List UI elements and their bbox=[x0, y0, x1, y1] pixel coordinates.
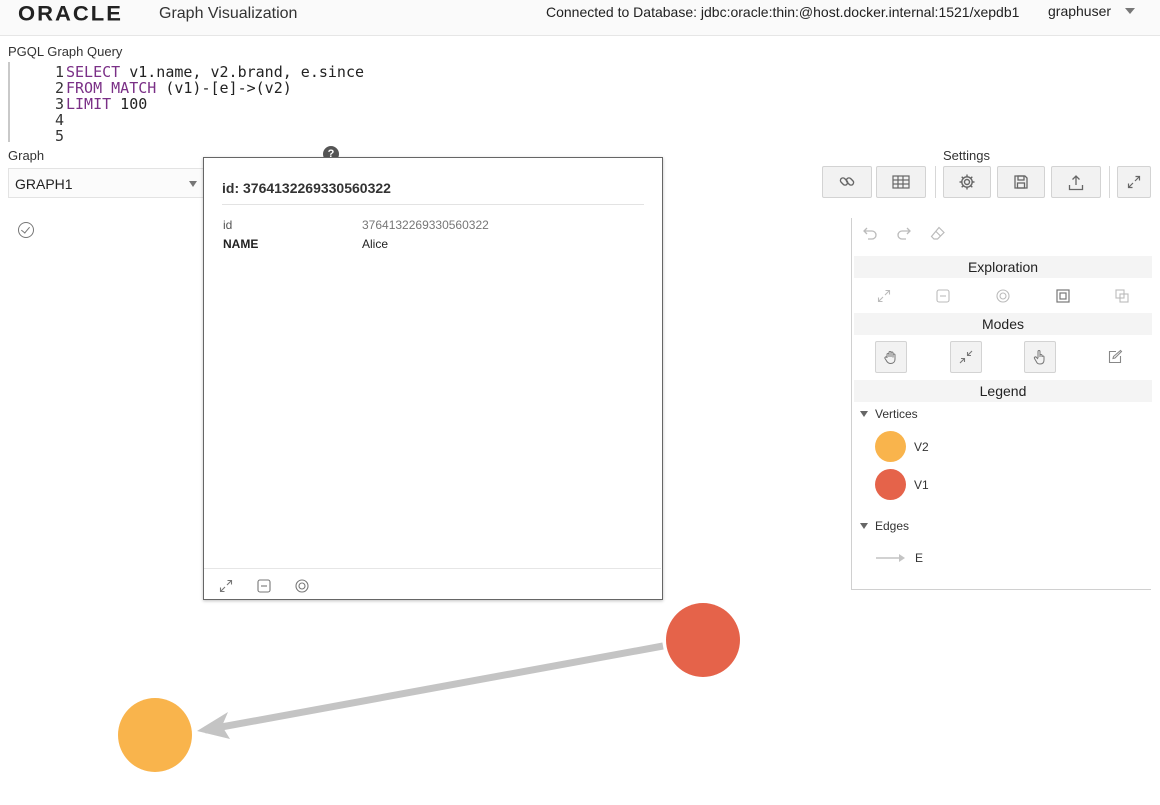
triangle-down-icon bbox=[860, 411, 868, 417]
app-title: Graph Visualization bbox=[159, 5, 298, 22]
group-icon[interactable] bbox=[1055, 288, 1071, 304]
code-text: 100 bbox=[111, 95, 148, 113]
legend-item-label: V1 bbox=[914, 477, 929, 492]
popup-title: id: 3764132269330560322 bbox=[222, 180, 391, 196]
focus-icon[interactable] bbox=[995, 288, 1011, 304]
table-view-button[interactable] bbox=[876, 166, 926, 198]
check-circle-icon[interactable] bbox=[18, 222, 34, 238]
link-icon bbox=[839, 177, 855, 186]
expand-icon[interactable] bbox=[876, 288, 892, 304]
fullscreen-button[interactable] bbox=[1117, 166, 1151, 198]
legend-edges-label: Edges bbox=[875, 519, 910, 533]
user-menu[interactable]: graphuser bbox=[1048, 3, 1136, 19]
graph-vertex-v2[interactable] bbox=[118, 698, 192, 772]
popup-footer-divider bbox=[204, 568, 661, 569]
exploration-tools bbox=[854, 282, 1152, 310]
vertex-color-swatch bbox=[875, 431, 906, 462]
legend-edges-header[interactable]: Edges bbox=[860, 519, 909, 533]
legend-item[interactable]: V2 bbox=[875, 431, 929, 462]
hand-icon bbox=[884, 351, 896, 365]
eraser-icon[interactable] bbox=[930, 226, 946, 240]
vertex-color-swatch bbox=[875, 469, 906, 500]
property-key: NAME bbox=[223, 237, 259, 251]
gear-icon bbox=[959, 174, 975, 190]
edge-arrow-icon bbox=[876, 554, 905, 562]
ungroup-icon[interactable] bbox=[1114, 288, 1130, 304]
vertex-details-popup[interactable]: id: 3764132269330560322 id 3764132269330… bbox=[203, 157, 663, 600]
shrink-mode-button[interactable] bbox=[949, 341, 982, 373]
history-toolbar bbox=[862, 226, 946, 240]
select-mode-button[interactable] bbox=[1024, 341, 1057, 373]
expand-icon bbox=[1127, 175, 1141, 189]
legend-item[interactable]: E bbox=[875, 551, 923, 565]
graph-edge-e[interactable] bbox=[204, 642, 664, 734]
compress-icon bbox=[959, 350, 973, 364]
edit-icon bbox=[1108, 349, 1123, 364]
mode-tools bbox=[854, 340, 1152, 374]
save-icon bbox=[1014, 175, 1028, 189]
chevron-down-icon bbox=[1125, 8, 1136, 14]
toolbar-divider bbox=[935, 166, 936, 198]
legend-item[interactable]: V1 bbox=[875, 469, 929, 500]
expand-icon[interactable] bbox=[218, 578, 234, 594]
table-icon bbox=[892, 175, 910, 189]
settings-button[interactable] bbox=[943, 166, 991, 198]
line-number: 3 bbox=[54, 95, 64, 113]
undo-icon[interactable] bbox=[862, 226, 878, 240]
line-number: 1 bbox=[54, 63, 64, 81]
code-line: 5 bbox=[10, 128, 66, 144]
redo-icon[interactable] bbox=[896, 226, 912, 240]
graph-vertex-v1[interactable] bbox=[666, 603, 740, 677]
connection-status: Connected to Database: jdbc:oracle:thin:… bbox=[546, 4, 1020, 20]
pointer-hand-icon bbox=[1034, 350, 1045, 365]
app-header: ORACLE Graph Visualization Connected to … bbox=[0, 0, 1160, 36]
code-line: 1 SELECT v1.name, v2.brand, e.since bbox=[10, 64, 364, 80]
triangle-down-icon bbox=[860, 523, 868, 529]
oracle-logo: ORACLE bbox=[18, 1, 123, 26]
legend-vertices-header[interactable]: Vertices bbox=[860, 407, 918, 421]
graph-select[interactable]: GRAPH1 bbox=[8, 168, 206, 198]
code-keyword: LIMIT bbox=[66, 95, 112, 113]
graph-label: Graph bbox=[8, 148, 45, 163]
exploration-title: Exploration bbox=[854, 256, 1152, 278]
property-value: Alice bbox=[362, 237, 389, 251]
collapse-icon[interactable] bbox=[256, 578, 272, 594]
legend-vertices-label: Vertices bbox=[875, 407, 918, 421]
legend-item-label: E bbox=[915, 551, 924, 565]
popup-divider bbox=[222, 204, 644, 205]
line-number: 4 bbox=[54, 111, 64, 129]
query-editor[interactable]: 1 SELECT v1.name, v2.brand, e.since 2 FROM… bbox=[8, 62, 568, 144]
export-button[interactable] bbox=[1051, 166, 1101, 198]
popup-footer-tools bbox=[218, 578, 310, 594]
upload-icon bbox=[1068, 174, 1084, 190]
property-value: 3764132269330560322 bbox=[362, 218, 489, 232]
save-button[interactable] bbox=[997, 166, 1045, 198]
property-key: id bbox=[223, 218, 233, 232]
modes-title: Modes bbox=[854, 313, 1152, 335]
user-name: graphuser bbox=[1048, 3, 1112, 19]
collapse-icon[interactable] bbox=[935, 288, 951, 304]
code-line: 4 bbox=[10, 112, 66, 128]
legend-item-label: V2 bbox=[914, 439, 929, 454]
side-panel: Exploration Modes Legend Vertices V2 V1 bbox=[851, 218, 1152, 590]
code-line: 2 FROM MATCH (v1)-[e]->(v2) bbox=[10, 80, 292, 96]
pan-mode-button[interactable] bbox=[875, 341, 908, 373]
edit-mode-button[interactable] bbox=[1099, 341, 1131, 373]
settings-label: Settings bbox=[943, 148, 990, 163]
toolbar-divider bbox=[1109, 166, 1110, 198]
line-number: 2 bbox=[54, 79, 64, 97]
focus-icon[interactable] bbox=[294, 578, 310, 594]
code-line: 3 LIMIT 100 bbox=[10, 96, 147, 112]
legend-title: Legend bbox=[854, 380, 1152, 402]
chevron-down-icon bbox=[189, 181, 197, 187]
query-label: PGQL Graph Query bbox=[8, 44, 123, 59]
graph-select-value: GRAPH1 bbox=[15, 176, 73, 192]
code-text: (v1)-[e]->(v2) bbox=[156, 79, 292, 97]
line-number: 5 bbox=[54, 127, 64, 145]
link-button[interactable] bbox=[822, 166, 872, 198]
